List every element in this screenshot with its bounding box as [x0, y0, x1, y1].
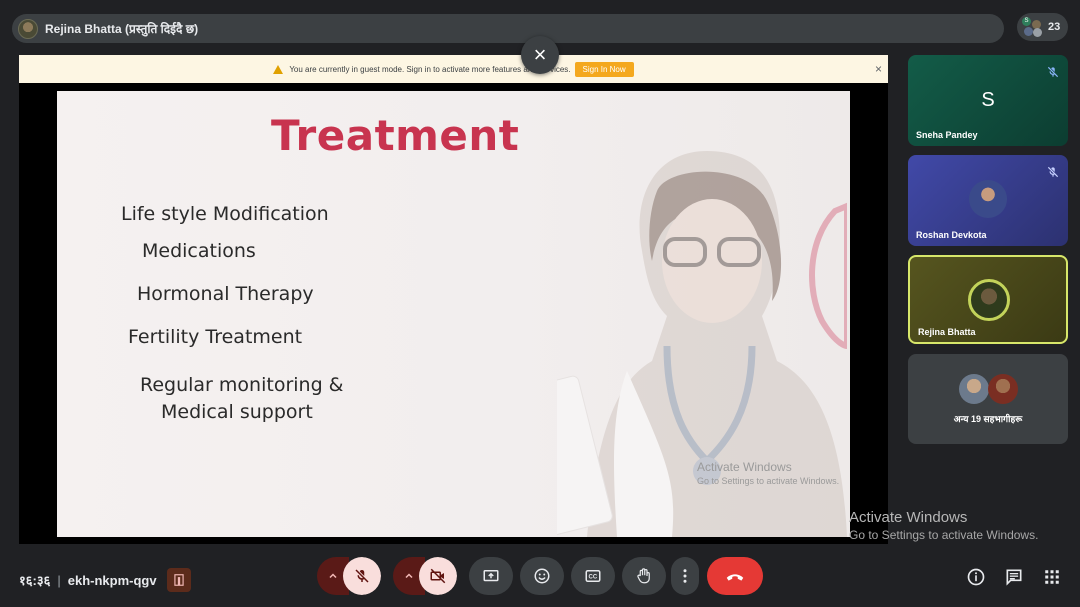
activities-button[interactable]	[1041, 566, 1063, 588]
info-icon	[967, 568, 985, 586]
slide-title: Treatment	[271, 111, 520, 160]
presenter-avatar	[18, 18, 38, 39]
meeting-time: १६:३६	[19, 573, 51, 588]
meeting-code: ekh-nkpm-qgv	[67, 572, 157, 588]
captions-icon: CC	[585, 570, 601, 582]
chat-button[interactable]	[1003, 566, 1025, 588]
hang-up-icon	[726, 574, 744, 581]
more-options-icon	[683, 569, 687, 583]
guest-mode-banner: You are currently in guest mode. Sign in…	[19, 55, 888, 83]
participants-avatars-icon: S	[1022, 17, 1042, 37]
presentation-slide: Treatment Life style Modification Medica…	[57, 91, 850, 537]
raise-hand-button[interactable]	[622, 557, 666, 595]
others-count-label: अन्य 19 सहभागीहरू	[953, 414, 1023, 424]
shared-screen: You are currently in guest mode. Sign in…	[19, 55, 888, 544]
leave-call-button[interactable]	[707, 557, 763, 595]
windows-activation-watermark: Activate Windows Go to Settings to activ…	[849, 509, 1039, 542]
meeting-info: १६:३६ | ekh-nkpm-qgv	[19, 568, 191, 592]
emoji-icon	[534, 568, 550, 584]
present-screen-icon	[483, 570, 499, 582]
reactions-button[interactable]	[520, 557, 564, 595]
sign-in-button[interactable]: Sign In Now	[574, 61, 634, 77]
slide-bullet: Regular monitoring &	[140, 374, 344, 396]
presenter-title: Rejina Bhatta (प्रस्तुति दिईदै छ)	[45, 22, 199, 36]
slide-activation-watermark: Activate Windows Go to Settings to activ…	[697, 460, 840, 486]
close-icon: ×	[533, 42, 547, 67]
participant-tile[interactable]: Roshan Devkota	[908, 155, 1068, 246]
banner-close-icon[interactable]: ×	[875, 62, 882, 76]
participant-tile[interactable]: S Sneha Pandey	[908, 55, 1068, 146]
meeting-separator: |	[57, 572, 61, 588]
participant-avatar	[988, 374, 1018, 404]
mic-toggle-button[interactable]	[343, 557, 381, 595]
others-tile[interactable]: अन्य 19 सहभागीहरू	[908, 354, 1068, 444]
participant-name: Sneha Pandey	[916, 130, 978, 140]
slide-bullet: Fertility Treatment	[128, 326, 303, 348]
participant-initial: S	[981, 89, 995, 111]
participant-avatar	[969, 180, 1007, 218]
participants-count: 23	[1048, 21, 1061, 33]
slide-bullet: Life style Modification	[121, 203, 329, 225]
meeting-details-button[interactable]	[965, 566, 987, 588]
chat-icon	[1006, 569, 1022, 586]
presenter-bar[interactable]: Rejina Bhatta (प्रस्तुति दिईदै छ)	[12, 14, 1004, 43]
participant-name: Rejina Bhatta	[918, 327, 976, 337]
mic-off-icon	[1047, 66, 1059, 78]
participant-tile-speaking[interactable]: Rejina Bhatta	[908, 255, 1068, 344]
mic-control-group	[317, 557, 381, 595]
present-screen-button[interactable]	[469, 557, 513, 595]
activities-icon	[1045, 570, 1059, 584]
more-options-button[interactable]	[671, 557, 699, 595]
participant-avatar	[968, 279, 1010, 321]
camera-control-group	[393, 557, 457, 595]
raise-hand-icon	[637, 568, 650, 584]
participant-name: Roshan Devkota	[916, 230, 987, 240]
camera-off-icon	[430, 568, 446, 584]
svg-text:CC: CC	[589, 575, 598, 581]
close-presentation-button[interactable]: ×	[521, 36, 559, 74]
participant-avatar	[959, 374, 989, 404]
meet-window: Rejina Bhatta (प्रस्तुति दिईदै छ) S 23 ×…	[0, 0, 1080, 607]
camera-toggle-button[interactable]	[419, 557, 457, 595]
warning-icon	[273, 64, 284, 74]
host-controls-icon[interactable]	[166, 568, 191, 592]
mic-off-icon	[355, 569, 369, 583]
participants-button[interactable]: S 23	[1017, 13, 1068, 41]
slide-bullet: Medications	[142, 240, 256, 262]
slide-bullet: Hormonal Therapy	[137, 283, 314, 305]
captions-button[interactable]: CC	[571, 557, 615, 595]
mic-off-icon	[1047, 166, 1059, 178]
slide-bullet: Medical support	[161, 401, 313, 423]
